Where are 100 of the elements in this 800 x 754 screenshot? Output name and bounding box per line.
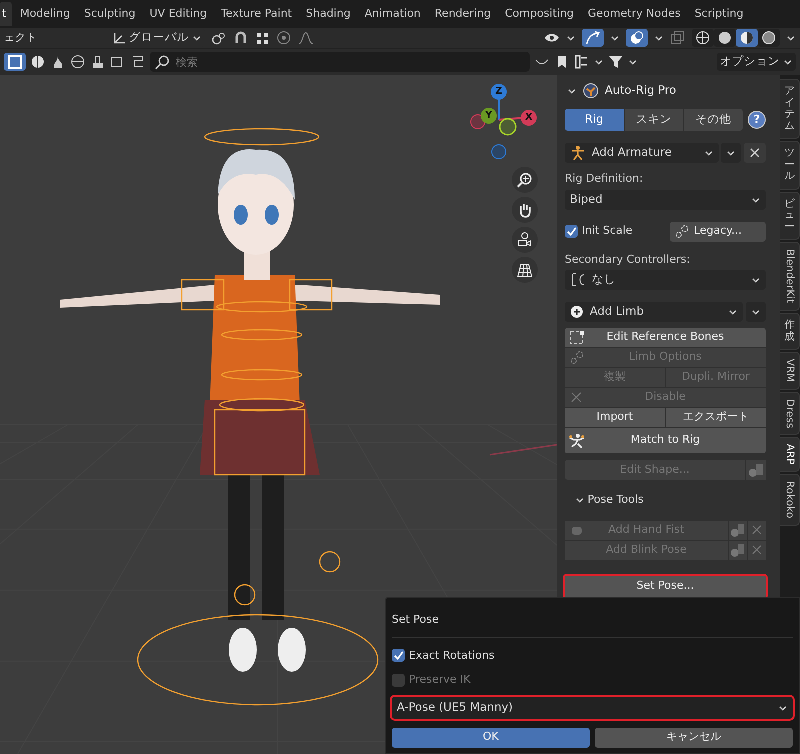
workspace-tab[interactable]: Geometry Nodes — [582, 2, 687, 26]
magnet-icon[interactable] — [233, 31, 249, 45]
dialog-title: Set Pose — [392, 608, 793, 638]
shading-mode-button[interactable] — [714, 29, 736, 47]
workspace-tab[interactable]: t — [0, 2, 12, 26]
add-limb-dropdown[interactable]: Add Limb — [565, 302, 744, 322]
axis-line — [490, 444, 557, 456]
close-icon — [749, 147, 761, 159]
view-navigation-button[interactable] — [512, 197, 538, 223]
view-navigation-button[interactable] — [512, 257, 538, 283]
remove-button[interactable] — [744, 143, 766, 163]
rig-definition-dropdown[interactable]: Biped — [565, 190, 766, 210]
tool-button[interactable]: Edit Reference Bones — [565, 328, 766, 347]
sidebar-tab[interactable]: 作成 — [780, 313, 800, 350]
shading-mode-button[interactable] — [758, 29, 780, 47]
overlay-toggle[interactable] — [626, 29, 648, 47]
shading-mode-button[interactable] — [692, 29, 714, 47]
sidebar-tab[interactable]: ツール — [780, 141, 800, 190]
falloff-curve-icon[interactable] — [298, 30, 314, 46]
tool-button[interactable]: Match to Rig — [565, 428, 766, 453]
sidebar-tab[interactable]: ARP — [780, 437, 800, 472]
panel-tab[interactable]: その他 — [684, 109, 744, 131]
sidebar-tab[interactable]: ビュー — [780, 192, 800, 240]
axis-handle[interactable] — [499, 118, 517, 136]
gear-icon — [569, 350, 585, 366]
path-icon[interactable] — [130, 54, 146, 70]
search-icon — [155, 55, 170, 70]
tool-button[interactable]: エクスポート — [666, 408, 766, 427]
axis-gizmo[interactable]: Z Y X — [455, 80, 545, 165]
running-figure-icon — [569, 432, 585, 448]
workspace-tab[interactable]: UV Editing — [144, 2, 214, 26]
workspace-tab[interactable]: Rendering — [428, 2, 498, 26]
set-pose-button[interactable]: Set Pose... — [565, 576, 766, 598]
axis-label[interactable]: Z — [491, 84, 507, 100]
panel-title[interactable]: Auto-Rig Pro — [605, 82, 676, 100]
hierarchy-icon[interactable] — [574, 54, 590, 70]
init-scale-checkbox[interactable]: Init Scale — [565, 223, 670, 240]
sphere-icon — [761, 30, 777, 46]
tool-button[interactable]: Import — [565, 408, 665, 427]
field-label: Rig Definition: — [565, 171, 644, 187]
workspace-tab[interactable]: Modeling — [14, 2, 76, 26]
legacy-button[interactable]: Legacy... — [670, 222, 766, 242]
xray-icon[interactable] — [670, 30, 686, 46]
zoom-icon — [517, 172, 533, 188]
ok-button[interactable]: OK — [392, 728, 590, 748]
workspace-tab[interactable]: Shading — [300, 2, 357, 26]
axis-handle[interactable] — [492, 144, 506, 160]
bracket-icon — [570, 272, 586, 288]
search-field[interactable]: 検索 — [150, 52, 530, 72]
close-icon — [751, 524, 763, 536]
pose-dropdown[interactable]: A-Pose (UE5 Manny) — [392, 696, 793, 718]
sphere-icon — [739, 30, 755, 46]
axes-icon — [112, 31, 126, 45]
options-dropdown[interactable]: オプション — [717, 53, 796, 71]
checkbox-label: Exact Rotations — [409, 648, 495, 664]
axis-label[interactable]: Y — [481, 108, 497, 124]
armature-dropdown[interactable]: Add Armature — [565, 143, 718, 163]
workspace-tab[interactable]: Texture Paint — [215, 2, 298, 26]
sphere-icon — [717, 30, 733, 46]
select-mode-button[interactable] — [4, 53, 26, 71]
overlay-circles-icon — [629, 30, 645, 46]
filter-icon[interactable] — [608, 54, 624, 70]
view-navigation-button[interactable] — [512, 167, 538, 193]
axis-label[interactable]: X — [521, 110, 537, 126]
sidebar-tab[interactable]: Rokoko — [780, 474, 800, 526]
workspace-tab[interactable]: Scripting — [688, 2, 750, 26]
field-label: Secondary Controllers: — [565, 252, 692, 268]
workspace-tab[interactable]: Sculpting — [78, 2, 142, 26]
panel-tab[interactable]: スキン — [624, 109, 684, 131]
panel-tab[interactable]: Rig — [565, 109, 624, 131]
material-icon[interactable] — [30, 54, 46, 70]
sidebar-tab[interactable]: BlenderKit — [780, 242, 800, 312]
cancel-button[interactable]: キャンセル — [595, 728, 793, 748]
section-title[interactable]: Pose Tools — [588, 492, 644, 508]
hand-icon — [517, 202, 533, 218]
secondary-controllers-dropdown[interactable]: なし — [565, 270, 766, 290]
globe-icon[interactable] — [70, 54, 86, 70]
shading-mode-button[interactable] — [736, 29, 758, 47]
mode-label[interactable]: ェクト — [4, 30, 37, 46]
sidebar-tab[interactable]: アイテム — [780, 79, 800, 140]
checkbox-indicator[interactable] — [565, 225, 578, 238]
figure-icon — [570, 145, 586, 161]
view-navigation-button[interactable] — [512, 227, 538, 253]
arrow-curve-icon — [585, 30, 601, 46]
bones-icon — [569, 330, 585, 346]
pivot-icon[interactable] — [211, 31, 227, 45]
preset-dropdown[interactable] — [746, 302, 766, 322]
sidebar-tab[interactable]: Dress — [780, 392, 800, 436]
preset-dropdown[interactable] — [721, 143, 742, 163]
sidebar-tab[interactable]: VRM — [780, 352, 800, 390]
workspace-tab[interactable]: Compositing — [499, 2, 580, 26]
workspace-tab[interactable]: Animation — [358, 2, 427, 26]
sphere-icon — [695, 30, 711, 46]
help-button[interactable]: ? — [748, 111, 766, 129]
gizmo-toggle[interactable] — [582, 29, 604, 47]
checkbox-indicator[interactable] — [392, 649, 405, 662]
grid-icon — [517, 262, 533, 278]
grid-dots-icon[interactable] — [255, 30, 270, 46]
gear-icon — [674, 224, 690, 240]
target-icon[interactable] — [276, 30, 292, 46]
